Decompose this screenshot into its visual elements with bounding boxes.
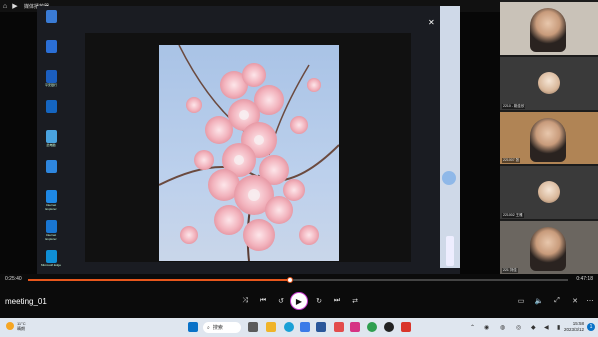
desktop-icon-column: 平安银行此电脑 Internet Explorer Internet Explore…: [40, 10, 64, 276]
search-label: 搜索: [212, 325, 223, 331]
fullscreen-icon[interactable]: ⤢: [552, 296, 562, 306]
desktop-icon-label: Internet Explorer: [45, 233, 57, 241]
cherry-blossom-photo: [159, 45, 339, 261]
battery-icon[interactable]: ▮: [557, 324, 560, 331]
avatar: [538, 181, 560, 204]
tray-app-icon-3[interactable]: ◎: [516, 324, 521, 331]
participant-tile[interactable]: 221002 王雅: [500, 166, 598, 220]
play-icon: ▶: [295, 296, 303, 306]
weather-desc: 晴朗: [17, 326, 25, 331]
participant-name: 221007 张: [502, 158, 521, 164]
seek-handle[interactable]: [286, 277, 293, 283]
desktop-icon[interactable]: [40, 160, 62, 186]
desktop-icon[interactable]: Microsoft Edge: [40, 250, 62, 276]
app-icon: [45, 130, 57, 143]
forward-icon[interactable]: ↻: [314, 296, 324, 306]
desktop-icon[interactable]: [40, 100, 62, 126]
desktop-icon-label: Internet Explorer: [45, 203, 57, 211]
search-icon: ⌕: [207, 324, 210, 331]
app-icon: [45, 190, 57, 203]
participant-tile[interactable]: 221007 张: [500, 111, 598, 165]
desktop-icon[interactable]: Internet Explorer: [40, 220, 62, 246]
tray-app-icon-2[interactable]: ◍: [500, 324, 505, 331]
file-explorer-icon[interactable]: [266, 322, 276, 332]
participant-video: [530, 8, 566, 52]
search-input[interactable]: ⌕ 搜索: [203, 322, 241, 333]
app-icon: [45, 160, 57, 173]
participant-tile[interactable]: 2210 - 姚佳欣: [500, 56, 598, 110]
previous-icon[interactable]: ⏮: [258, 296, 268, 306]
media-player-icon[interactable]: [384, 322, 394, 332]
wechat-icon[interactable]: [367, 322, 377, 332]
participant-video: [530, 227, 566, 272]
desktop-icon-label: Microsoft Edge: [40, 263, 61, 267]
desktop-icon[interactable]: 平安银行: [40, 70, 62, 96]
photo-image: [159, 45, 339, 261]
desktop-icon[interactable]: [40, 40, 62, 66]
more-options-icon[interactable]: ⋯: [585, 296, 595, 306]
media-player-window: ⌂ ▶ 媒体播放器 平安银行此电脑Internet ExplorerIntern…: [0, 0, 598, 337]
notification-badge[interactable]: 1: [587, 323, 595, 331]
next-icon[interactable]: ⏭: [332, 296, 342, 306]
player-controls: meeting_01 ⤨ ⏮ ↺ ▶ ↻ ⏭ ⇄ ▭ 🔈 ⤢ ✕ ⋯: [0, 286, 598, 318]
windows-taskbar: 11°C 晴朗 ⌕ 搜索 ⌃ ◉ ◍ ◎ ◆ ◀ ▮ 15:58 2023/3/…: [0, 318, 598, 337]
volume-tray-icon[interactable]: ◀: [544, 324, 549, 331]
close-icon[interactable]: ✕: [428, 18, 435, 27]
repeat-icon[interactable]: ⇄: [350, 296, 360, 306]
seek-bar-fill: [28, 279, 290, 281]
app-icon: [45, 70, 57, 83]
desktop-icon[interactable]: Internet Explorer: [40, 190, 62, 216]
home-icon[interactable]: ⌂: [0, 1, 10, 11]
volume-icon[interactable]: 🔈: [534, 296, 544, 306]
weather-widget[interactable]: 11°C 晴朗: [6, 321, 26, 331]
app-icon: [45, 250, 57, 263]
network-icon[interactable]: ◆: [531, 324, 536, 331]
app-logo-icon: ▶: [12, 3, 18, 10]
start-icon[interactable]: [188, 322, 198, 332]
miniplayer-icon[interactable]: ▭: [516, 296, 526, 306]
store-icon[interactable]: [300, 322, 310, 332]
tray-chevron-icon[interactable]: ⌃: [470, 324, 475, 331]
play-button[interactable]: ▶: [290, 292, 308, 310]
sun-icon: [6, 322, 14, 330]
desktop-widget-icon: [442, 171, 456, 185]
participant-name: 221 刘佳: [502, 267, 518, 273]
avatar: [538, 71, 560, 94]
participant-video: [530, 117, 566, 162]
edge-icon[interactable]: [284, 322, 294, 332]
app-icon-red[interactable]: [334, 322, 344, 332]
participants-panel: 2210 - 姚佳欣 221007 张 221002 王雅 221 刘佳: [500, 0, 598, 274]
wps-icon[interactable]: [401, 322, 411, 332]
close-player-icon[interactable]: ✕: [570, 296, 580, 306]
app-icon-pink[interactable]: [350, 322, 360, 332]
desktop-icon[interactable]: [40, 10, 62, 36]
desktop-icon[interactable]: 此电脑: [40, 130, 62, 156]
desktop-icon-label: 平安银行: [44, 83, 57, 87]
shuffle-icon[interactable]: ⤨: [240, 296, 250, 306]
tray-app-icon[interactable]: ◉: [484, 324, 489, 331]
participant-tile[interactable]: 221 刘佳: [500, 221, 598, 274]
app-icon: [45, 220, 57, 233]
system-clock[interactable]: 15:58 2023/3/12: [564, 321, 584, 333]
participant-name: 2210 - 姚佳欣: [502, 103, 526, 109]
file-name: meeting_01: [5, 297, 47, 306]
app-icon: [45, 40, 57, 53]
current-time: 0:25:40: [5, 276, 22, 282]
clock-date: 2023/3/12: [563, 327, 584, 332]
progress-row: 0:25:40 0:47:18: [0, 274, 598, 286]
seek-bar[interactable]: [28, 277, 568, 283]
app-icon: [45, 100, 57, 113]
total-time: 0:47:18: [576, 276, 593, 282]
rewind-icon[interactable]: ↺: [276, 296, 286, 306]
task-view-icon[interactable]: [248, 322, 258, 332]
desktop-right-strip: [440, 6, 460, 268]
mail-icon[interactable]: [316, 322, 326, 332]
app-icon: [45, 10, 57, 23]
participant-tile[interactable]: [500, 2, 598, 55]
participant-name: 221002 王雅: [502, 213, 524, 219]
desktop-icon-label: 此电脑: [46, 143, 56, 147]
side-panel: [446, 236, 454, 266]
